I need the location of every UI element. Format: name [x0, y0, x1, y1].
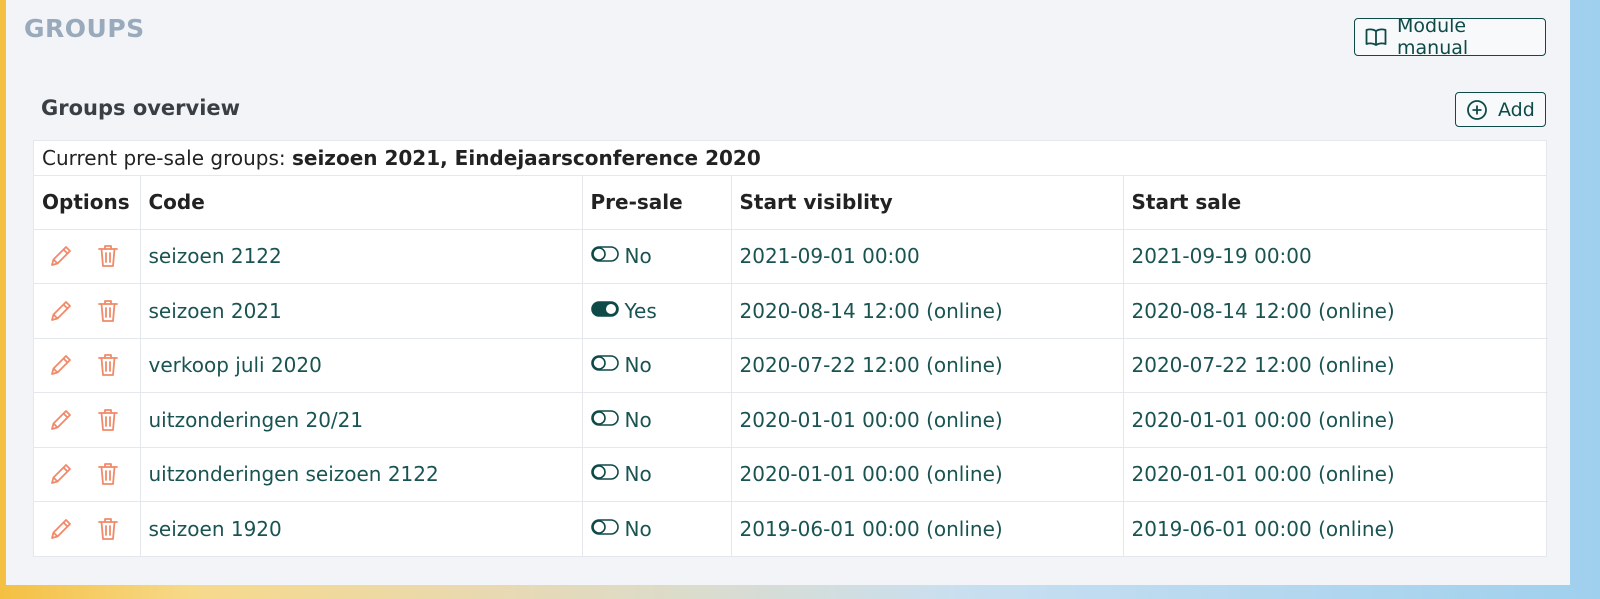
toggle-on-icon[interactable]: [590, 299, 619, 323]
start-visibility-cell: 2020-01-01 00:00 (online): [731, 447, 1124, 502]
start-visibility-cell: 2020-07-22 12:00 (online): [731, 338, 1124, 393]
groups-panel: GROUPS Module manual Groups overview Add…: [6, 0, 1570, 585]
presale-label: No: [624, 462, 652, 487]
start-sale-cell: 2019-06-01 00:00 (online): [1131, 517, 1395, 541]
start-sale-cell: 2020-01-01 00:00 (online): [1123, 447, 1548, 502]
options-cell: [34, 447, 141, 502]
presale-label: No: [624, 244, 652, 269]
plus-circle-icon: [1466, 99, 1488, 121]
code-cell[interactable]: uitzonderingen seizoen 2122: [140, 447, 583, 502]
presale-label: No: [624, 517, 652, 541]
presale-cell: No: [582, 229, 732, 284]
presale-label: No: [624, 353, 652, 378]
current-presale-line: Current pre-sale groups: seizoen 2021, E…: [34, 141, 1546, 176]
start-sale-cell: 2020-01-01 00:00 (online): [1123, 392, 1548, 448]
presale-cell: No: [582, 501, 732, 556]
start-sale-cell: 2020-08-14 12:00 (online): [1123, 283, 1548, 339]
toggle-off-icon[interactable]: [590, 353, 619, 377]
toggle-off-icon[interactable]: [590, 462, 619, 486]
toggle-off-icon[interactable]: [590, 244, 619, 268]
table-header-row: Options Code Pre-sale Start visiblity St…: [34, 176, 1548, 230]
trash-icon[interactable]: [96, 352, 120, 378]
pencil-icon[interactable]: [48, 407, 74, 433]
start-visibility-cell: 2019-06-01 00:00 (online): [731, 501, 1124, 556]
presale-cell: No: [582, 447, 732, 502]
code-cell[interactable]: seizoen 1920: [140, 501, 583, 556]
code-cell[interactable]: seizoen 2122: [140, 229, 583, 284]
start-sale-cell: 2021-09-19 00:00: [1123, 229, 1548, 284]
presale-prefix: Current pre-sale groups:: [42, 146, 292, 170]
pencil-icon[interactable]: [48, 461, 74, 487]
code-cell[interactable]: uitzonderingen 20/21: [140, 392, 583, 448]
presale-cell: No: [582, 338, 732, 393]
presale-cell: Yes: [582, 283, 732, 339]
start-visibility-cell: 2020-01-01 00:00 (online): [731, 392, 1124, 448]
column-header-code: Code: [140, 176, 583, 230]
options-cell: [34, 283, 141, 339]
pencil-icon[interactable]: [48, 298, 74, 324]
pencil-icon[interactable]: [48, 243, 74, 269]
add-group-button[interactable]: Add: [1455, 92, 1546, 127]
column-header-options: Options: [34, 176, 141, 230]
table-row: uitzonderingen 20/21 No 2020-01-01 00:00 (…: [34, 392, 1548, 448]
add-label: Add: [1498, 98, 1535, 121]
presale-cell: No: [582, 392, 732, 448]
presale-label: Yes: [624, 298, 657, 323]
options-cell: [34, 338, 141, 393]
trash-icon[interactable]: [96, 516, 120, 542]
column-header-start-sale: Start sale: [1123, 176, 1548, 230]
table-row: seizoen 2122 No 2021-09-01 00:00 2021-09-19…: [34, 229, 1548, 284]
start-sale-cell: 2020-07-22 12:00 (online): [1123, 338, 1548, 393]
options-cell: [34, 392, 141, 448]
start-visibility-cell: 2021-09-01 00:00: [731, 229, 1124, 284]
book-open-icon: [1365, 27, 1387, 47]
module-manual-label: Module manual: [1397, 15, 1469, 59]
column-header-presale: Pre-sale: [582, 176, 732, 230]
toggle-off-icon[interactable]: [590, 408, 619, 432]
presale-label: No: [624, 407, 652, 432]
start-visibility-cell: 2020-08-14 12:00 (online): [731, 283, 1124, 339]
table-row: seizoen 2021 Yes 2020-08-14 12:00 (online)…: [34, 283, 1548, 339]
section-title: Groups overview: [41, 96, 241, 120]
page-title: GROUPS: [24, 14, 145, 43]
table-row: uitzonderingen seizoen 2122 No 2020-01-01 …: [34, 447, 1548, 502]
pencil-icon[interactable]: [48, 352, 74, 378]
table-row: verkoop juli 2020 No 2020-07-22 12:00 (onl…: [34, 338, 1548, 393]
table-row: seizoen 1920 No 2019-06-01 00:00 (online) 2…: [34, 501, 1548, 556]
trash-icon[interactable]: [96, 298, 120, 324]
module-manual-button[interactable]: Module manual: [1354, 15, 1546, 59]
presale-groups: seizoen 2021, Eindejaarsconference 2020: [291, 146, 761, 170]
trash-icon[interactable]: [96, 461, 120, 487]
code-cell[interactable]: verkoop juli 2020: [140, 338, 583, 393]
pencil-icon[interactable]: [48, 516, 74, 542]
options-cell: [34, 229, 141, 284]
trash-icon[interactable]: [96, 243, 120, 269]
toggle-off-icon[interactable]: [590, 517, 619, 541]
groups-table: Current pre-sale groups: seizoen 2021, E…: [33, 140, 1548, 557]
column-header-start-visibility: Start visiblity: [731, 176, 1124, 230]
code-cell[interactable]: seizoen 2021: [140, 283, 583, 339]
options-cell: [34, 501, 141, 556]
trash-icon[interactable]: [96, 407, 120, 433]
